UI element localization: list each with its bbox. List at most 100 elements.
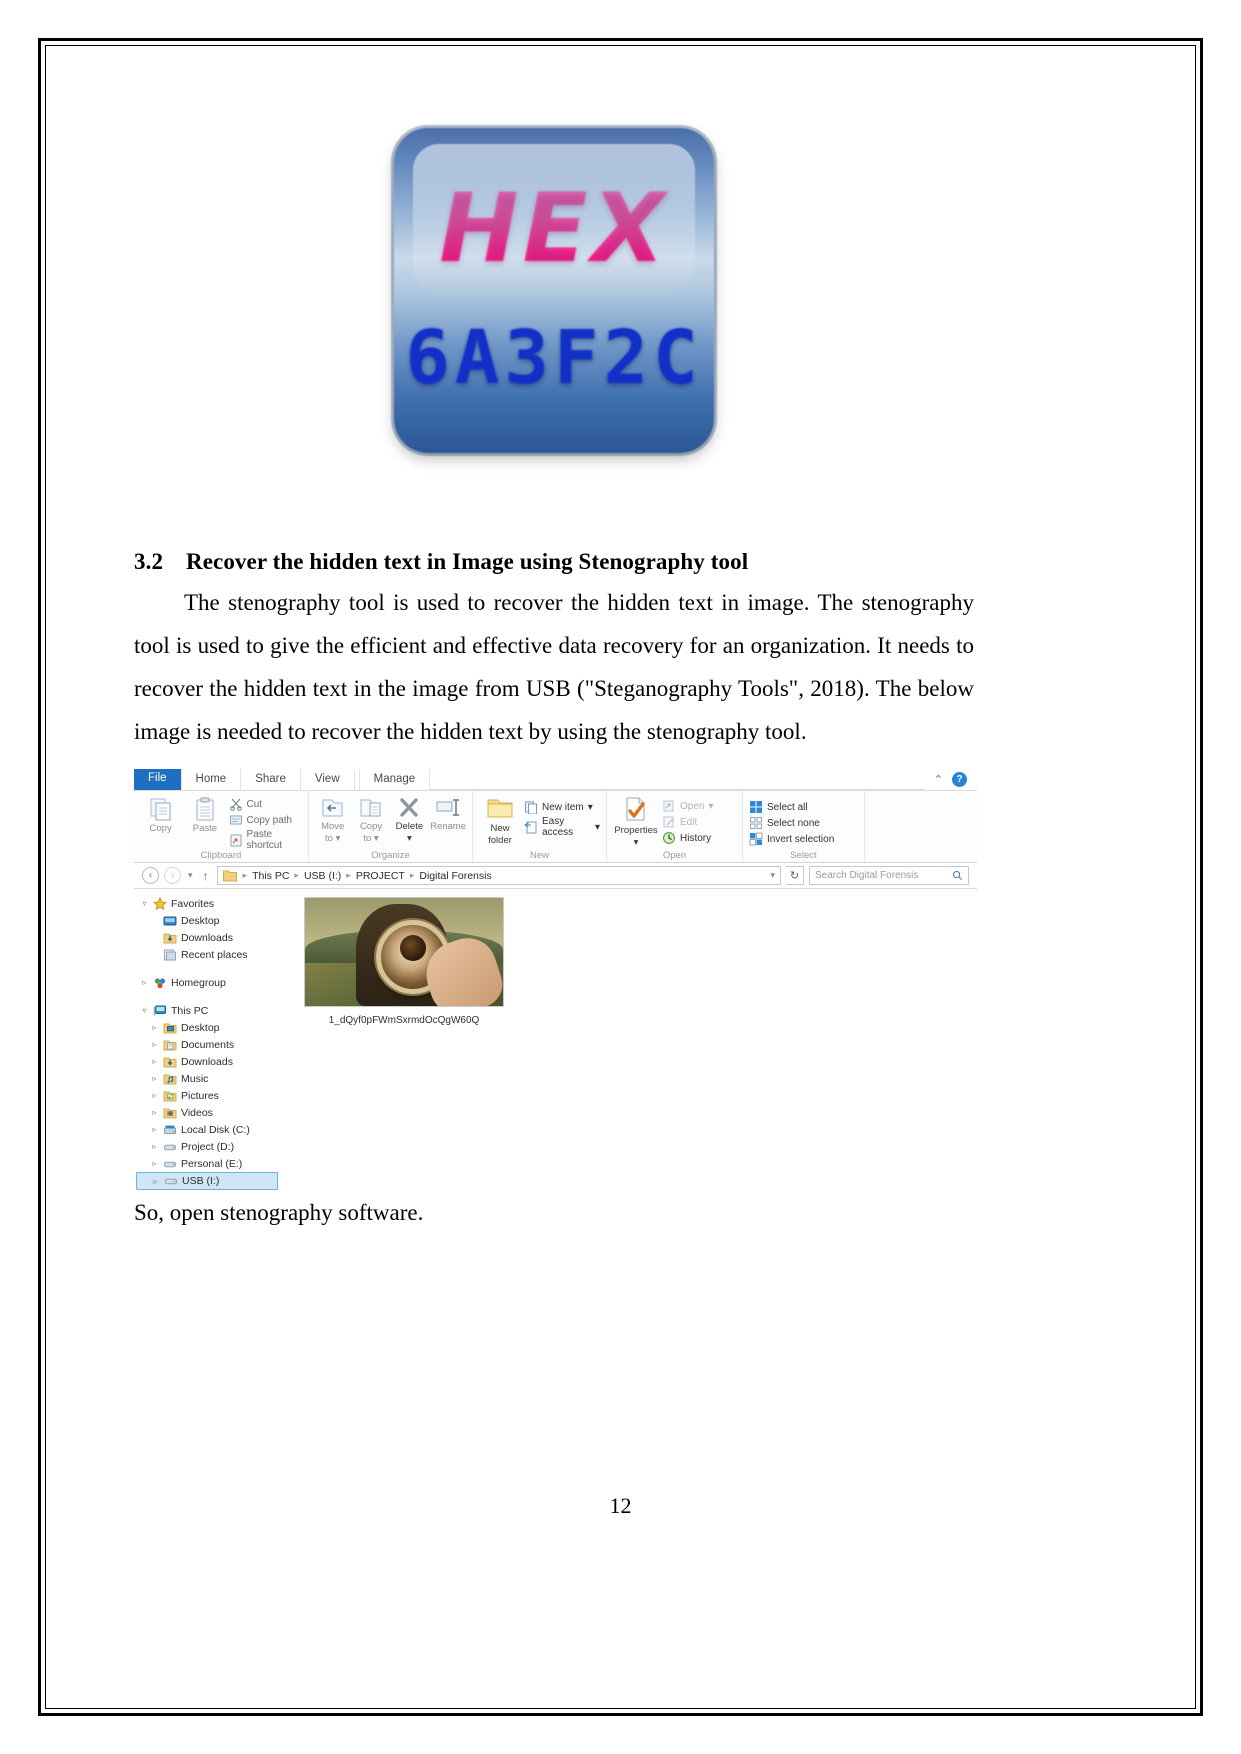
easy-access-caret[interactable]: ▾ [595,822,600,833]
copy-path-button[interactable]: Copy path [229,813,302,827]
this-pc-icon [153,1005,166,1015]
properties-button[interactable]: Properties ▾ [613,794,659,848]
delete-button[interactable]: Delete ▾ [392,794,427,844]
tree-item-usb-i[interactable]: ▹ USB (I:) [136,1172,278,1190]
expander-icon[interactable]: ▿ [140,1006,149,1015]
tree-item-personal-e[interactable]: ▹ Personal (E:) [136,1155,284,1172]
help-icon[interactable]: ? [952,772,967,787]
open-button[interactable]: Open ▾ [662,799,714,813]
expander-icon[interactable]: ▹ [150,1091,159,1100]
edit-icon [663,816,674,828]
cut-button[interactable]: Cut [229,797,302,811]
search-input[interactable]: Search Digital Forensis [809,866,969,885]
breadcrumb-item-usb[interactable]: USB (I:) [303,870,342,882]
expander-icon[interactable]: ▹ [150,1074,159,1083]
group-title-clipboard: Clipboard [200,850,242,861]
tree-item-favorites[interactable]: ▿ Favorites [136,895,284,912]
tab-file[interactable]: File [134,769,181,790]
expander-icon[interactable]: ▹ [150,1125,159,1134]
up-button[interactable]: ↑ [200,869,212,883]
new-item-button[interactable]: New item ▾ [524,800,600,814]
easy-access-button[interactable]: Easy access ▾ [524,816,600,838]
desktop-folder-icon [163,1023,177,1033]
breadcrumb-sep-3: ▸ [409,870,415,880]
expander-icon[interactable]: ▹ [150,1040,159,1049]
tab-manage[interactable]: Manage [358,769,431,790]
ribbon-group-new: New folder New item ▾ Easy access ▾ New [473,791,607,862]
tab-view[interactable]: View [301,769,355,790]
paste-shortcut-button[interactable]: Paste shortcut [229,829,302,851]
tree-item-desktop[interactable]: Desktop [136,912,284,929]
tree-item-recent-places[interactable]: Recent places [136,946,284,963]
tree-item-documents[interactable]: ▹ Documents [136,1036,284,1053]
tab-home[interactable]: Home [180,769,242,790]
breadcrumb-item-project[interactable]: PROJECT [355,870,406,882]
collapse-ribbon-icon[interactable]: ⌃ [934,773,943,786]
properties-caret[interactable]: ▾ [634,837,639,848]
file-list-pane[interactable]: 1_dQyf0pFWmSxrmdOcQgW60Q [284,889,977,1099]
tree-item-videos[interactable]: ▹ Videos [136,1104,284,1121]
forward-button[interactable]: › [164,867,181,884]
file-item[interactable]: 1_dQyf0pFWmSxrmdOcQgW60Q [304,897,504,1026]
edit-button[interactable]: Edit [662,815,714,829]
group-title-select: Select [790,850,817,861]
tab-bar-spacer [430,769,924,790]
tree-item-desktop-pc[interactable]: ▹ Desktop [136,1019,284,1036]
mona-lisa-magnifier-thumbnail[interactable] [304,897,504,1007]
expander-icon[interactable]: ▹ [140,978,149,987]
select-none-button[interactable]: Select none [749,816,834,830]
expander-icon[interactable]: ▿ [140,899,149,908]
history-button[interactable]: History [662,831,714,845]
tree-label: USB (I:) [182,1175,220,1187]
address-dropdown-icon[interactable]: ▾ [768,870,777,881]
move-to-button[interactable]: Move to ▾ [315,794,350,844]
delete-caret[interactable]: ▾ [407,833,412,844]
paste-button[interactable]: Paste [184,794,225,834]
tree-item-homegroup[interactable]: ▹ Homegroup [136,974,284,991]
rename-button[interactable]: Rename [430,794,466,832]
new-folder-button[interactable]: New folder [479,794,521,846]
expander-icon[interactable]: ▹ [150,1159,159,1168]
rename-label: Rename [430,821,466,832]
tree-label: Documents [181,1038,235,1051]
music-icon [163,1074,177,1084]
back-button[interactable]: ‹ [142,867,159,884]
paste-icon [196,797,214,821]
expander-icon[interactable]: ▹ [150,1108,159,1117]
refresh-button[interactable]: ↻ [786,866,804,885]
breadcrumb[interactable]: ▸ This PC ▸ USB (I:) ▸ PROJECT ▸ Digital… [216,866,781,885]
copy-button[interactable]: Copy [140,794,181,834]
edit-label: Edit [680,816,698,828]
tree-item-downloads[interactable]: Downloads [136,929,284,946]
breadcrumb-sep-1: ▸ [294,870,299,880]
recent-locations-icon[interactable]: ▾ [186,870,195,881]
section-title: Recover the hidden text in Image using S… [186,549,749,574]
open-caret[interactable]: ▾ [708,801,713,812]
select-all-button[interactable]: Select all [749,800,834,814]
documents-icon [163,1040,177,1050]
expander-icon[interactable]: ▹ [151,1177,160,1186]
downloads-icon [163,933,177,943]
new-item-caret[interactable]: ▾ [588,802,593,813]
breadcrumb-item-this-pc[interactable]: This PC [251,870,290,882]
tree-item-downloads-pc[interactable]: ▹ Downloads [136,1053,284,1070]
tree-item-this-pc[interactable]: ▿ This PC [136,1002,284,1019]
tab-share[interactable]: Share [241,769,301,790]
paste-shortcut-label: Paste shortcut [246,829,283,851]
tree-item-pictures[interactable]: ▹ Pictures [136,1087,284,1104]
tree-item-music[interactable]: ▹ Music [136,1070,284,1087]
breadcrumb-item-digital-forensis[interactable]: Digital Forensis [418,870,492,882]
expander-icon[interactable]: ▹ [150,1023,159,1032]
invert-selection-button[interactable]: Invert selection [749,832,834,846]
tree-item-project-d[interactable]: ▹ Project (D:) [136,1138,284,1155]
expander-icon[interactable]: ▹ [150,1057,159,1066]
new-item-icon [525,801,538,814]
copy-to-button[interactable]: Copy to ▾ [353,794,388,844]
tree-label: Videos [181,1106,213,1119]
homegroup-icon [154,977,166,988]
copy-to-label-2: to ▾ [363,833,379,844]
expander-icon[interactable]: ▹ [150,1142,159,1151]
tree-item-local-disk-c[interactable]: ▹ Local Disk (C:) [136,1121,284,1138]
select-none-label: Select none [767,817,820,829]
